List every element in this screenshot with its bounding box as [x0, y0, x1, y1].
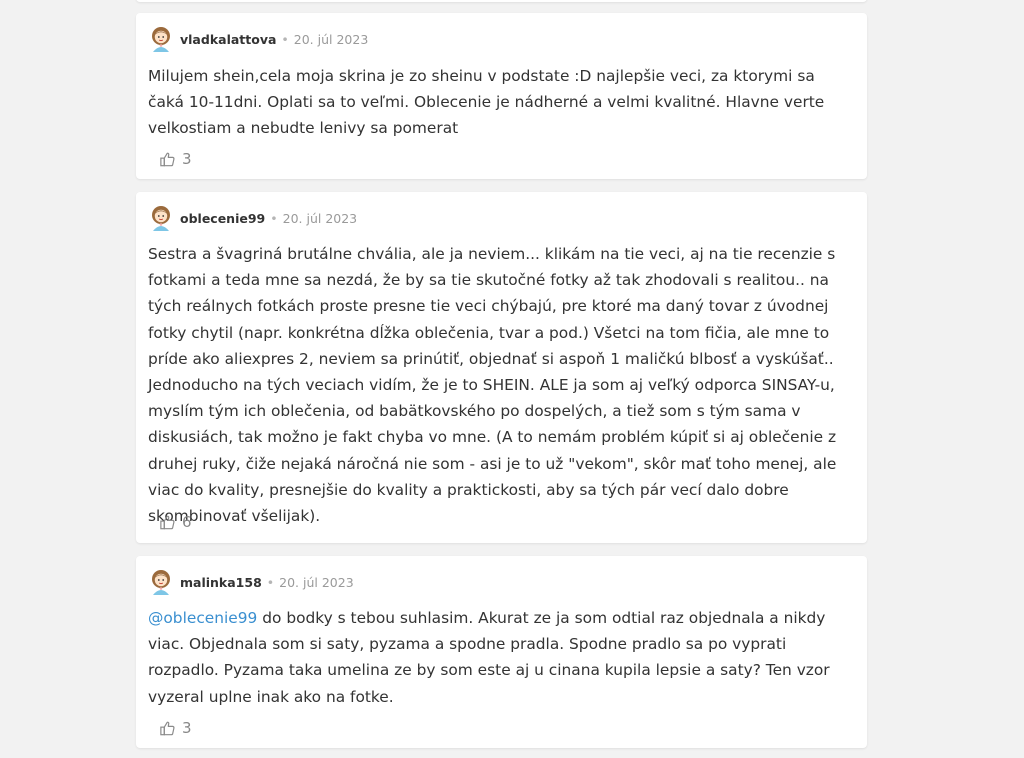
- comment-date: 20. júl 2023: [279, 574, 354, 590]
- comment-meta: • 20. júl 2023: [281, 32, 368, 47]
- user-mention-link[interactable]: @oblecenie99: [148, 609, 257, 627]
- thumbs-up-icon: [160, 515, 175, 529]
- thumbs-up-icon: [160, 152, 175, 166]
- comment-text: Milujem shein,cela moja skrina je zo she…: [148, 67, 825, 138]
- comment-text: Sestra a švagriná brutálne chvália, ale …: [148, 245, 837, 526]
- comment-card: oblecenie99 • 20. júl 2023 Sestra a švagr…: [136, 192, 867, 543]
- meta-separator: •: [266, 574, 275, 590]
- comment-text: @oblecenie99 do bodky s tebou suhlasim. …: [148, 605, 849, 710]
- comment-meta: • 20. júl 2023: [267, 575, 354, 590]
- like-button[interactable]: 3: [159, 149, 192, 169]
- comment-date: 20. júl 2023: [282, 210, 358, 226]
- thumbs-up-icon: [160, 721, 175, 735]
- like-count: 3: [182, 719, 192, 737]
- comment-header: malinka158 • 20. júl 2023: [148, 568, 354, 596]
- meta-separator: •: [270, 210, 278, 226]
- like-count: 6: [182, 513, 192, 531]
- comment-feed: vladkalattova • 20. júl 2023 Milujem shei…: [0, 0, 1024, 758]
- previous-comment-card: [136, 0, 867, 2]
- comment-header: vladkalattova • 20. júl 2023: [148, 25, 368, 53]
- comment-card: vladkalattova • 20. júl 2023 Milujem shei…: [136, 13, 867, 179]
- comment-meta: • 20. júl 2023: [270, 211, 357, 226]
- comment-username[interactable]: oblecenie99: [180, 211, 265, 226]
- like-button[interactable]: 3: [159, 718, 192, 738]
- girl-avatar-icon[interactable]: [148, 204, 174, 232]
- meta-separator: •: [281, 31, 289, 47]
- like-count: 3: [182, 150, 192, 168]
- comment-card: malinka158 • 20. júl 2023 @oblecenie99 do…: [136, 556, 867, 748]
- comment-header: oblecenie99 • 20. júl 2023: [148, 204, 357, 232]
- comment-username[interactable]: vladkalattova: [180, 32, 276, 47]
- comment-username[interactable]: malinka158: [180, 575, 262, 590]
- girl-avatar-icon[interactable]: [148, 25, 174, 53]
- comment-date: 20. júl 2023: [293, 31, 369, 47]
- like-button[interactable]: 6: [159, 512, 192, 532]
- girl-avatar-icon[interactable]: [148, 568, 174, 596]
